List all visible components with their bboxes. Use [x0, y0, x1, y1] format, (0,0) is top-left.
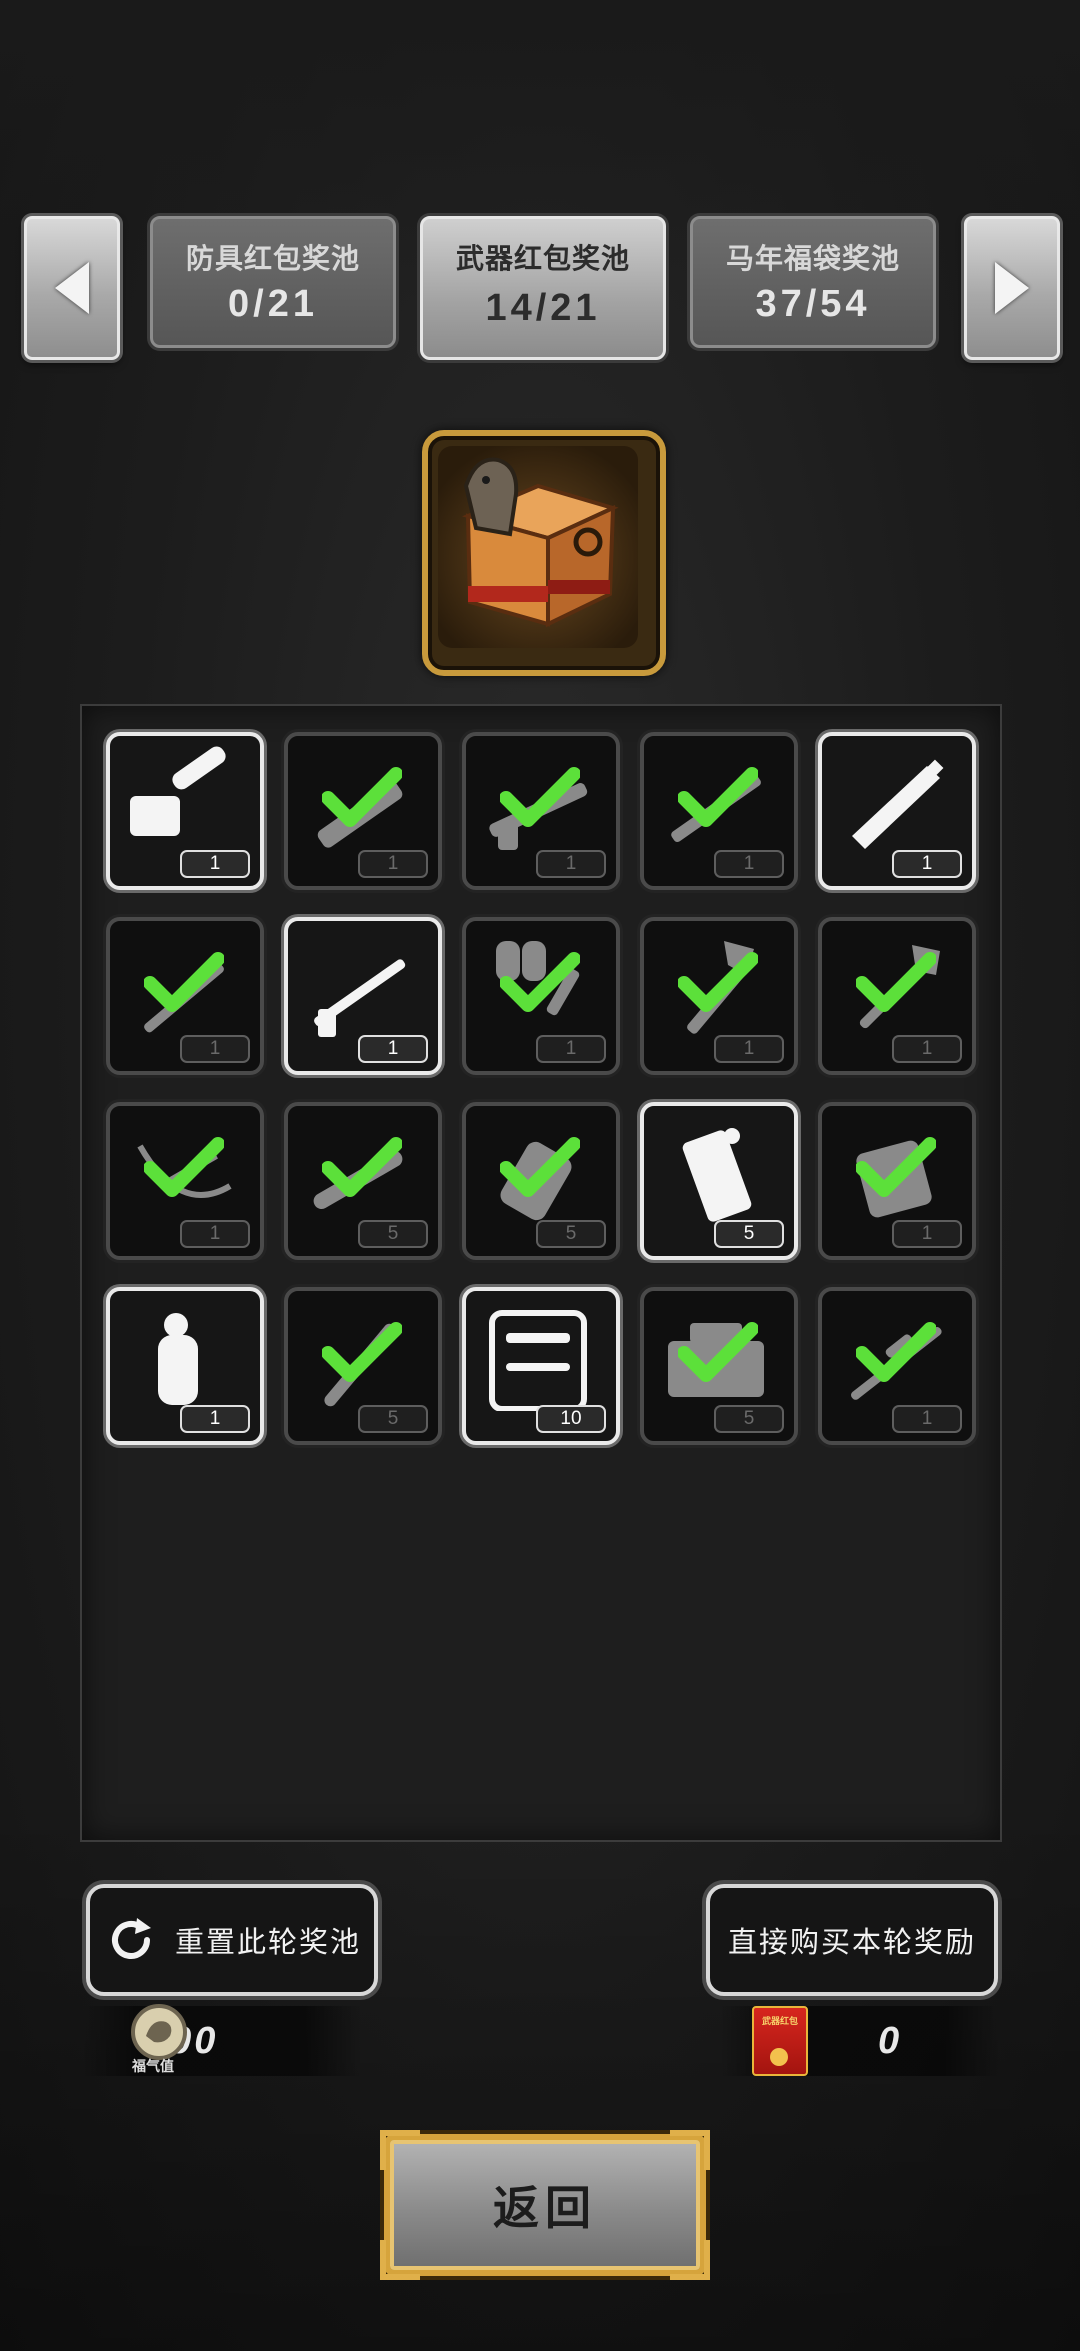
check-icon	[856, 1322, 936, 1382]
check-icon	[500, 767, 580, 827]
envelope-count-display: 武器红包 0	[720, 2006, 1000, 2076]
quantity-badge: 1	[358, 1035, 428, 1063]
corner-ornament	[380, 2240, 420, 2280]
quantity-badge: 1	[714, 1035, 784, 1063]
corner-ornament	[380, 2130, 420, 2170]
quantity-badge: 1	[892, 1220, 962, 1248]
check-icon	[144, 952, 224, 1012]
check-icon	[678, 1322, 758, 1382]
quantity-badge: 5	[714, 1405, 784, 1433]
fortune-label: 福气值	[132, 2059, 174, 2075]
check-icon	[856, 952, 936, 1012]
tab-armor-pool[interactable]: 防具红包奖池 0/21	[150, 216, 396, 348]
reward-slot[interactable]: 5	[640, 1102, 798, 1260]
quantity-badge: 1	[714, 850, 784, 878]
buy-round-rewards-label: 直接购买本轮奖励	[727, 1925, 976, 1959]
quantity-badge: 1	[892, 1035, 962, 1063]
quantity-badge: 1	[180, 1035, 250, 1063]
quantity-badge: 5	[358, 1220, 428, 1248]
check-icon	[678, 767, 758, 827]
prev-pool-button[interactable]	[24, 216, 120, 360]
red-envelope-icon: 武器红包	[752, 2006, 808, 2076]
reward-slot[interactable]: 1	[462, 732, 620, 890]
envelope-count: 0	[878, 2019, 903, 2062]
reward-slot[interactable]: 1	[106, 917, 264, 1075]
check-icon	[322, 1137, 402, 1197]
reward-slot[interactable]: 1	[818, 917, 976, 1075]
quantity-badge: 10	[536, 1405, 606, 1433]
chainsaw-icon	[130, 746, 226, 836]
check-icon	[500, 952, 580, 1012]
check-icon	[322, 767, 402, 827]
reward-slot[interactable]: 1	[284, 917, 442, 1075]
grenade-icon	[158, 1313, 198, 1405]
quantity-badge: 1	[536, 1035, 606, 1063]
quantity-badge: 1	[536, 850, 606, 878]
envelope-label: 武器红包	[761, 2017, 798, 2027]
check-icon	[322, 1322, 402, 1382]
grenade-canister-icon	[682, 1128, 752, 1222]
quantity-badge: 1	[358, 850, 428, 878]
reward-slot[interactable]: 1	[640, 732, 798, 890]
pool-chest	[422, 430, 666, 676]
quantity-badge: 1	[180, 850, 250, 878]
reward-slot[interactable]: 1	[284, 732, 442, 890]
tab-label: 马年福袋奖池	[725, 242, 900, 275]
tab-label: 防具红包奖池	[185, 242, 360, 275]
quantity-badge: 1	[180, 1405, 250, 1433]
quantity-badge: 1	[180, 1220, 250, 1248]
reward-slot[interactable]: 1	[818, 732, 976, 890]
reward-slot[interactable]: 1	[106, 1102, 264, 1260]
tab-weapon-pool[interactable]: 武器红包奖池 14/21	[420, 216, 666, 360]
check-icon	[500, 1137, 580, 1197]
reset-pool-label: 重置此轮奖池	[174, 1925, 361, 1959]
corner-ornament	[670, 2240, 710, 2280]
back-button[interactable]: 返回	[380, 2130, 710, 2280]
quantity-badge: 1	[892, 850, 962, 878]
corner-ornament	[670, 2130, 710, 2170]
check-icon	[678, 952, 758, 1012]
reward-slot[interactable]: 1	[462, 917, 620, 1075]
tab-progress: 37/54	[755, 283, 871, 325]
quantity-badge: 5	[358, 1405, 428, 1433]
reward-slot[interactable]: 5	[640, 1287, 798, 1445]
back-label: 返回	[493, 2181, 597, 2235]
rifle-icon	[314, 959, 406, 1037]
quantity-badge: 1	[892, 1405, 962, 1433]
check-icon	[144, 1137, 224, 1197]
tab-lucky-bag-pool[interactable]: 马年福袋奖池 37/54	[690, 216, 936, 348]
arrow-right-icon	[995, 262, 1029, 314]
refresh-icon	[112, 1918, 151, 1959]
buy-round-rewards-button[interactable]: 直接购买本轮奖励	[706, 1884, 998, 1996]
next-pool-button[interactable]	[964, 216, 1060, 360]
quantity-badge: 5	[714, 1220, 784, 1248]
reward-slot[interactable]: 1	[818, 1287, 976, 1445]
quantity-badge: 5	[536, 1220, 606, 1248]
fortune-value-display: 福气值 700	[82, 2004, 362, 2076]
reward-slot[interactable]: 1	[106, 1287, 264, 1445]
reward-slot[interactable]: 10	[462, 1287, 620, 1445]
tab-label: 武器红包奖池	[455, 242, 630, 275]
reward-slot[interactable]: 1	[818, 1102, 976, 1260]
check-icon	[856, 1137, 936, 1197]
reward-slot[interactable]: 5	[462, 1102, 620, 1260]
reward-slot[interactable]: 5	[284, 1102, 442, 1260]
arrow-left-icon	[55, 262, 89, 314]
reward-slot[interactable]: 5	[284, 1287, 442, 1445]
tab-progress: 14/21	[485, 287, 601, 329]
sword-icon	[852, 759, 944, 849]
reward-slot[interactable]: 1	[106, 732, 264, 890]
treasure-chest-icon	[461, 457, 619, 628]
tab-progress: 0/21	[228, 283, 318, 325]
reward-slot[interactable]: 1	[640, 917, 798, 1075]
toolkit-icon	[489, 1310, 587, 1411]
reset-pool-button[interactable]: 重置此轮奖池	[86, 1884, 378, 1996]
